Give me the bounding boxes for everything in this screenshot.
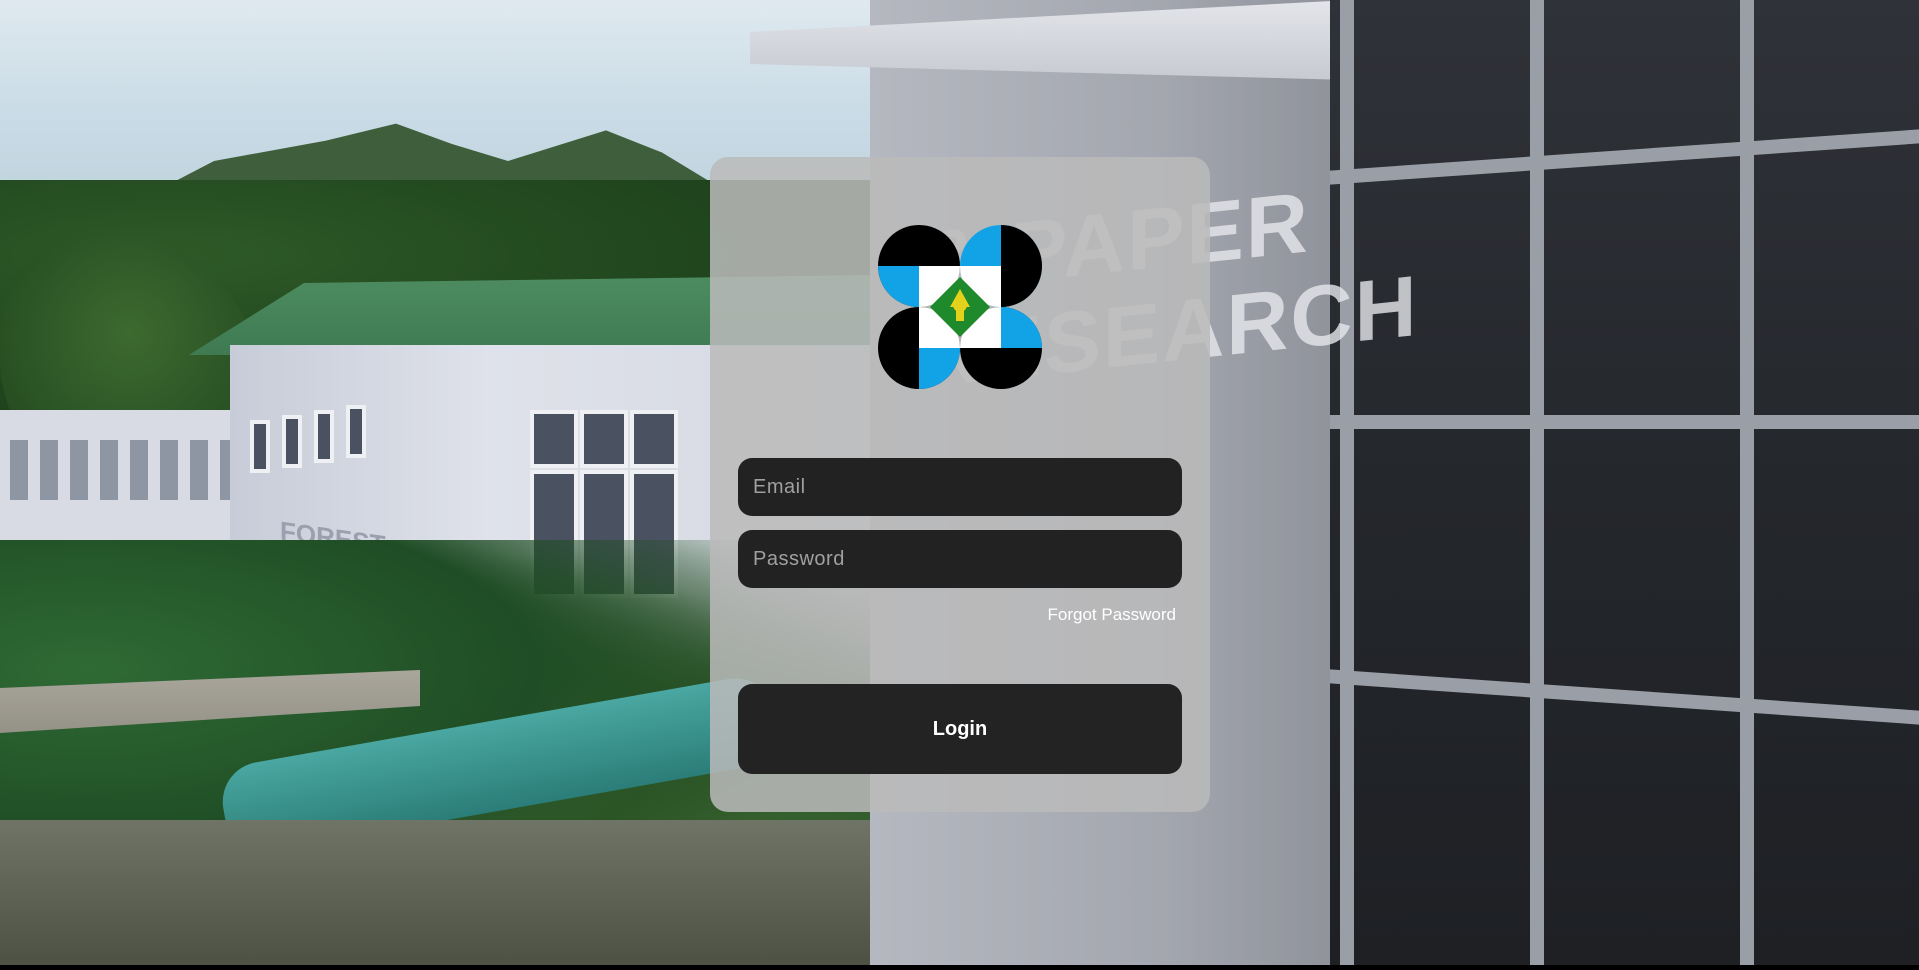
password-placeholder: Password bbox=[753, 547, 845, 570]
window-transom bbox=[1330, 415, 1919, 429]
window-mullion bbox=[1340, 0, 1354, 970]
password-input[interactable]: Password bbox=[738, 530, 1182, 588]
login-button[interactable]: Login bbox=[738, 684, 1182, 774]
forgot-password-link[interactable]: Forgot Password bbox=[1048, 605, 1177, 625]
window-mullion bbox=[1530, 0, 1544, 970]
email-input[interactable]: Email bbox=[738, 458, 1182, 516]
background-ground bbox=[0, 820, 880, 970]
agency-logo-icon bbox=[878, 225, 1042, 389]
bottom-strip bbox=[0, 965, 1919, 970]
email-placeholder: Email bbox=[753, 475, 806, 498]
login-button-label: Login bbox=[932, 717, 988, 740]
login-card: Email Password Forgot Password Login bbox=[710, 157, 1210, 812]
